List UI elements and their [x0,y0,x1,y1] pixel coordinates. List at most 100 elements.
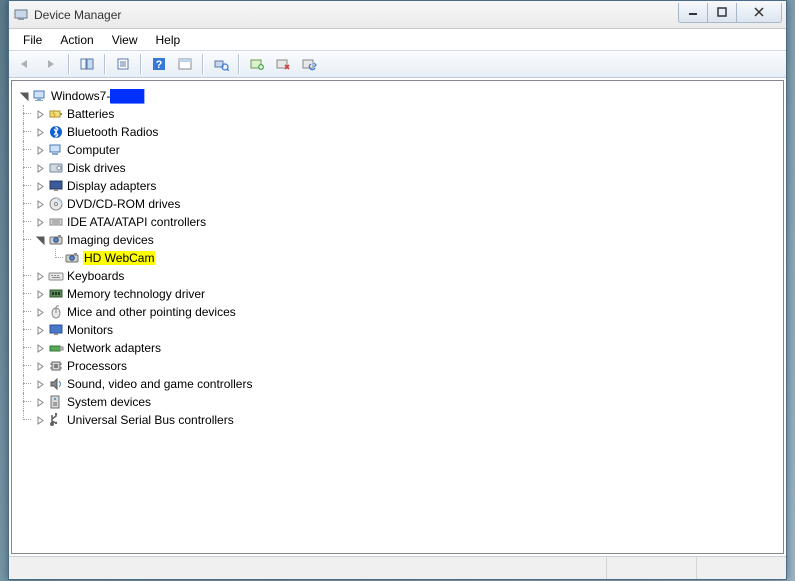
menu-action[interactable]: Action [52,31,101,49]
category-label: DVD/CD-ROM drives [67,197,180,211]
expand-icon[interactable] [32,322,48,338]
tree-connector [16,285,32,303]
tree-category[interactable]: Imaging devices HD WebCam [12,231,783,267]
uninstall-button[interactable] [271,53,295,75]
category-label: Sound, video and game controllers [67,377,252,391]
titlebar[interactable]: Device Manager [9,1,786,29]
expand-icon[interactable] [32,214,48,230]
tree-category[interactable]: Mice and other pointing devices [12,303,783,321]
expand-icon[interactable] [32,268,48,284]
expand-icon[interactable] [32,358,48,374]
tree-category[interactable]: IDE ATA/ATAPI controllers [12,213,783,231]
category-label: Memory technology driver [67,287,205,301]
menu-help[interactable]: Help [148,31,189,49]
properties-button[interactable] [111,53,135,75]
tree-category[interactable]: Disk drives [12,159,783,177]
cpu-icon [48,358,64,374]
expand-icon[interactable] [32,286,48,302]
menubar: File Action View Help [9,29,786,50]
svg-text:?: ? [156,59,163,71]
expand-icon[interactable] [32,142,48,158]
category-label: Monitors [67,323,113,337]
cdrom-icon [48,196,64,212]
category-label: Keyboards [67,269,124,283]
computer-icon [48,142,64,158]
root-label: Windows7-████ [51,89,144,103]
expand-icon[interactable] [32,124,48,140]
disable-button[interactable] [297,53,321,75]
device-label: HD WebCam [83,251,155,265]
tree-category[interactable]: Display adapters [12,177,783,195]
tree-connector [16,177,32,195]
menu-file[interactable]: File [15,31,50,49]
category-label: IDE ATA/ATAPI controllers [67,215,206,229]
tree-category[interactable]: Processors [12,357,783,375]
tree-category[interactable]: Computer [12,141,783,159]
tree-category[interactable]: Sound, video and game controllers [12,375,783,393]
keyboard-icon [48,268,64,284]
scan-hardware-button[interactable] [209,53,233,75]
expand-icon[interactable] [32,160,48,176]
help-button[interactable]: ? [147,53,171,75]
tree-connector [16,267,32,285]
tree-connector [16,303,32,321]
tree-connector [16,393,32,411]
back-button [13,53,37,75]
battery-icon [48,106,64,122]
minimize-button[interactable] [678,3,708,23]
tree-category[interactable]: Memory technology driver [12,285,783,303]
imaging-icon [48,232,64,248]
memory-icon [48,286,64,302]
collapse-icon[interactable] [32,232,48,248]
expand-icon[interactable] [32,394,48,410]
tree-connector [48,249,64,267]
tree-category[interactable]: Batteries [12,105,783,123]
tree-category[interactable]: Network adapters [12,339,783,357]
tree-connector [16,411,32,429]
computer-icon [32,88,48,104]
expand-icon[interactable] [32,106,48,122]
tree-category[interactable]: DVD/CD-ROM drives [12,195,783,213]
sound-icon [48,376,64,392]
tree-category[interactable]: System devices [12,393,783,411]
tree-connector [16,159,32,177]
show-hide-console-button[interactable] [75,53,99,75]
tree-device[interactable]: HD WebCam [12,249,783,267]
window-buttons [679,3,782,23]
category-label: System devices [67,395,151,409]
collapse-icon[interactable] [16,88,32,104]
tree-connector [16,213,32,231]
tree-root[interactable]: Windows7-████ [12,87,783,105]
tree-connector [16,105,32,123]
close-button[interactable] [736,3,782,23]
network-icon [48,340,64,356]
category-label: Processors [67,359,127,373]
statusbar [9,556,786,579]
window-title: Device Manager [34,8,679,22]
tree-connector [16,375,32,393]
menu-view[interactable]: View [104,31,146,49]
tree-category[interactable]: Universal Serial Bus controllers [12,411,783,429]
expand-icon[interactable] [32,340,48,356]
monitor-icon [48,322,64,338]
device-tree-pane[interactable]: Windows7-████ BatteriesBluetooth RadiosCo… [11,80,784,554]
category-label: Imaging devices [67,233,154,247]
expand-icon[interactable] [32,376,48,392]
tree-category[interactable]: Bluetooth Radios [12,123,783,141]
expand-icon[interactable] [32,178,48,194]
action-button[interactable] [173,53,197,75]
tree-category[interactable]: Keyboards [12,267,783,285]
app-icon [13,7,29,23]
expand-icon[interactable] [32,304,48,320]
tree-connector [16,141,32,159]
category-label: Network adapters [67,341,161,355]
toolbar: ? [9,50,786,78]
maximize-button[interactable] [707,3,737,23]
category-label: Disk drives [67,161,126,175]
expand-icon[interactable] [32,412,48,428]
tree-category[interactable]: Monitors [12,321,783,339]
update-driver-button[interactable] [245,53,269,75]
category-label: Display adapters [67,179,156,193]
expand-icon[interactable] [32,196,48,212]
device-manager-window: Device Manager File Action View Help ? [8,0,787,580]
